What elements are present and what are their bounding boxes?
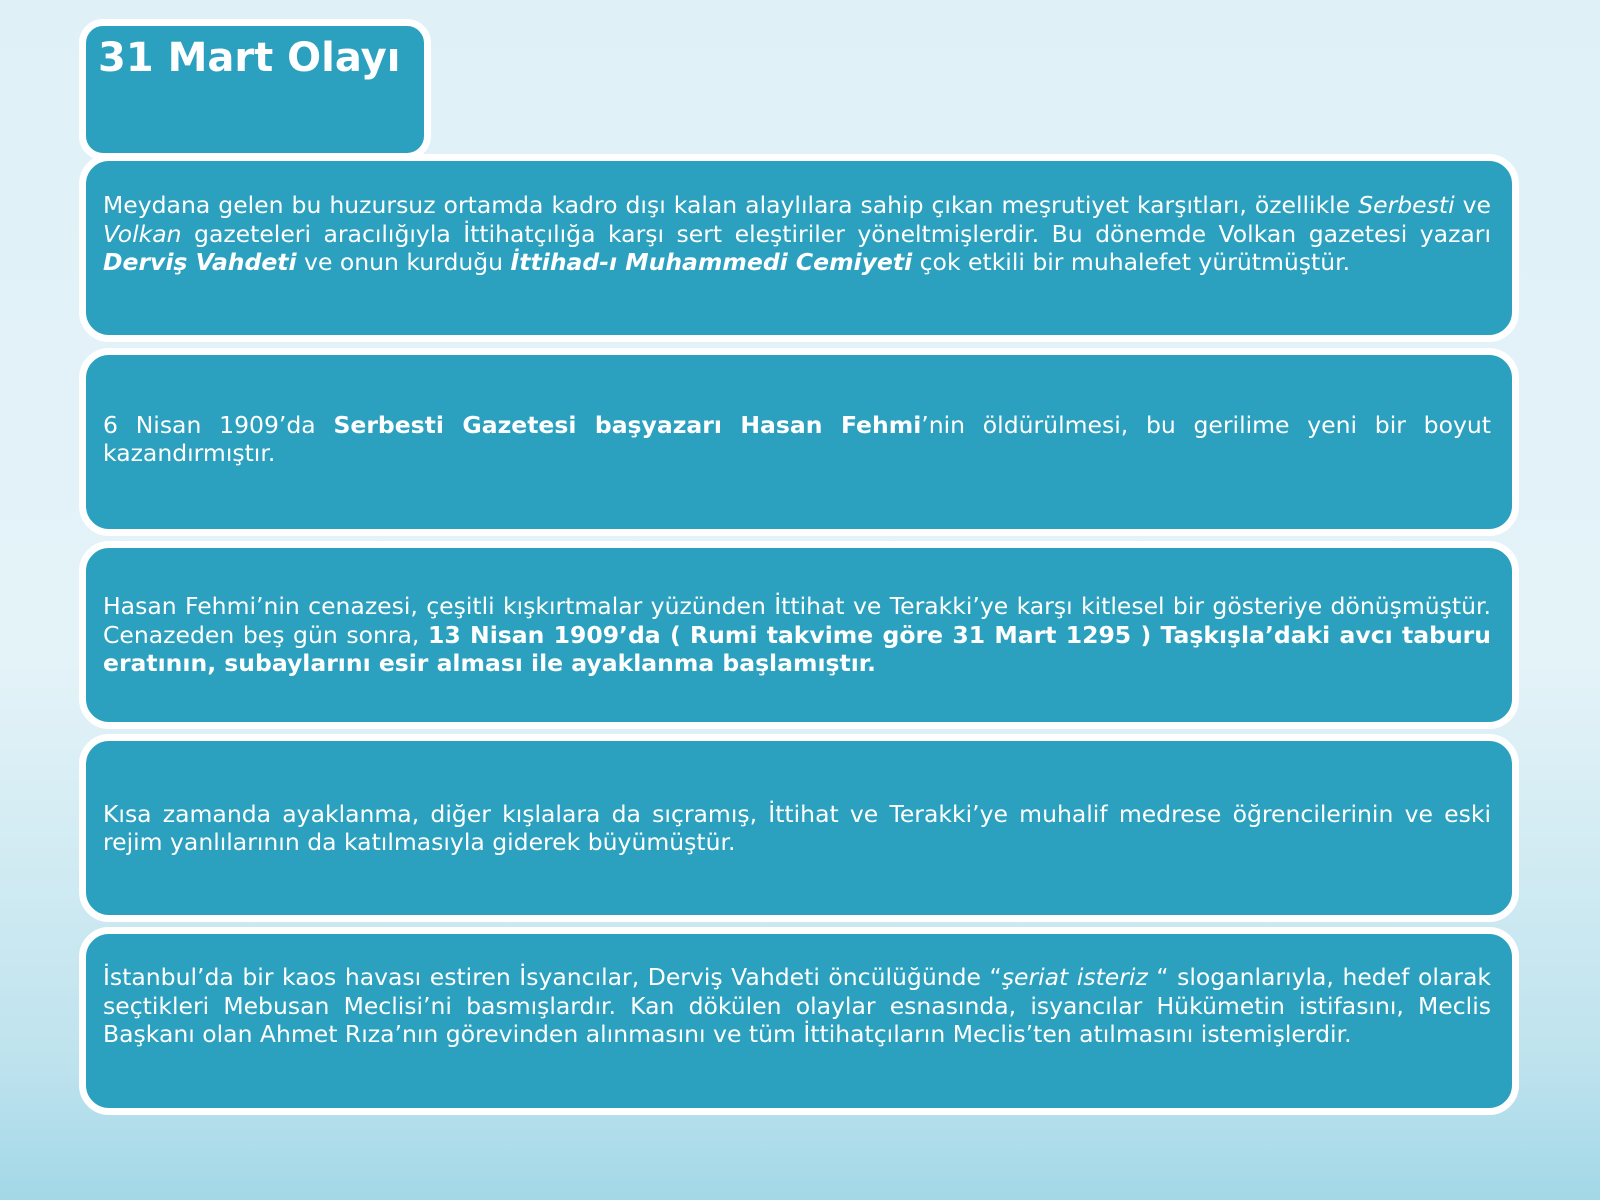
card-5-run: şeriat isteriz (1001, 963, 1148, 991)
info-card-1: Meydana gelen bu huzursuz ortamda kadro … (79, 154, 1519, 342)
card-1-run: Meydana gelen bu huzursuz ortamda kadro … (103, 191, 1359, 219)
card-1-run: çok etkili bir muhalefet yürütmüştür. (912, 248, 1351, 276)
card-1-run: ve (1454, 191, 1491, 219)
info-card-2: 6 Nisan 1909’da Serbesti Gazetesi başyaz… (79, 348, 1519, 536)
slide-title: 31 Mart Olayı (98, 35, 401, 81)
card-5-text: İstanbul’da bir kaos havası estiren İsya… (103, 934, 1491, 1049)
card-1-run: Derviş Vahdeti (103, 248, 297, 276)
card-2-run: Serbesti Gazetesi başyazarı Hasan Fehmi (333, 410, 922, 439)
card-1-run: İttihad-ı Muhammedi Cemiyeti (510, 248, 913, 276)
slide-title-box: 31 Mart Olayı (79, 19, 431, 160)
card-4-text: Kısa zamanda ayaklanma, diğer kışlalara … (103, 800, 1491, 857)
card-1-run: Serbesti (1358, 191, 1455, 219)
info-card-4: Kısa zamanda ayaklanma, diğer kışlalara … (79, 734, 1519, 922)
card-4-run: Kısa zamanda ayaklanma, diğer kışlalara … (103, 799, 1491, 857)
card-1-run: ve onun kurduğu (296, 248, 511, 276)
card-2-text: 6 Nisan 1909’da Serbesti Gazetesi başyaz… (103, 411, 1491, 474)
card-3-text: Hasan Fehmi’nin cenazesi, çeşitli kışkır… (103, 592, 1491, 678)
card-1-text: Meydana gelen bu huzursuz ortamda kadro … (103, 161, 1491, 277)
info-card-3: Hasan Fehmi’nin cenazesi, çeşitli kışkır… (79, 541, 1519, 729)
card-1-run: gazeteleri aracılığıyla İttihatçılığa ka… (181, 219, 1491, 248)
card-1-run: Volkan (103, 219, 182, 248)
card-5-run: İstanbul’da bir kaos havası estiren İsya… (103, 963, 1002, 991)
card-2-run: 6 Nisan 1909’da (103, 410, 334, 439)
info-card-5: İstanbul’da bir kaos havası estiren İsya… (79, 927, 1519, 1115)
